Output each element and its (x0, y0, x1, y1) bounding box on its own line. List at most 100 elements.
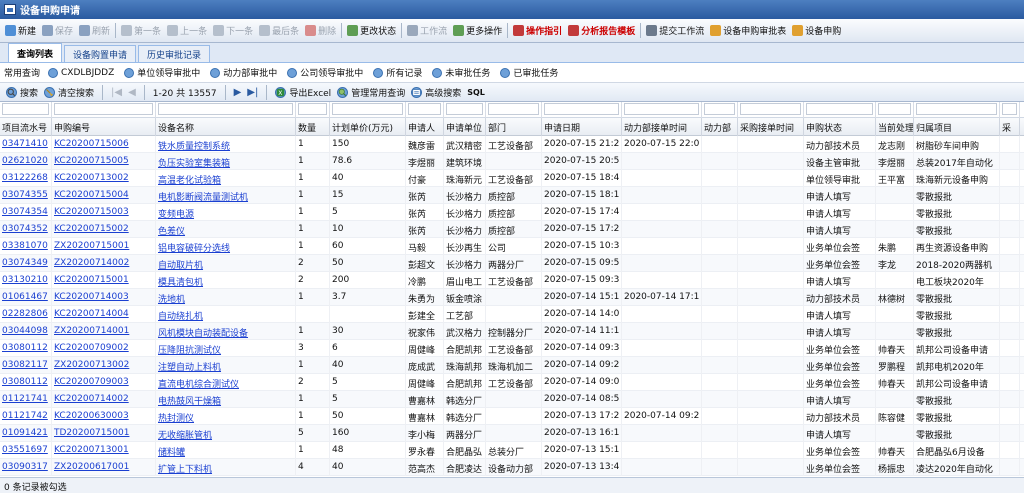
table-cell-link[interactable]: 储料罐 (156, 442, 296, 459)
table-cell-link[interactable]: KC20200713001 (52, 442, 156, 459)
column-header[interactable]: 数量 (296, 118, 330, 136)
toolbar-button-12[interactable]: 分析报告模板 (565, 21, 638, 41)
column-filter-input[interactable] (704, 103, 735, 115)
table-row[interactable]: 03044098 ZX20200714001 风机模块自动装配设备 1 30 祝家伟 武汉格… (0, 323, 1024, 340)
table-cell-link[interactable]: KC20200709002 (52, 340, 156, 357)
table-cell-link[interactable]: 03074352 (0, 221, 52, 238)
common-query-item[interactable]: 动力部审批中 (210, 66, 277, 79)
column-filter-input[interactable] (740, 103, 801, 115)
column-header[interactable]: 部门 (486, 118, 542, 136)
table-cell-link[interactable]: 热封测仪 (156, 408, 296, 425)
column-filter-input[interactable] (488, 103, 539, 115)
table-cell-link[interactable]: KC20200715003 (52, 204, 156, 221)
table-row[interactable]: 03082117 ZX20200713002 注塑自动上料机 1 40 庞成武 珠海凯邦 珠海… (0, 357, 1024, 374)
toolbar-button-2[interactable]: 刷新 (76, 21, 113, 41)
table-cell-link[interactable]: 电热鼓风干燥箱 (156, 391, 296, 408)
table-row[interactable]: 03080112 KC20200709003 直流电机综合测试仪 2 5 周健峰 合肥凯邦工… (0, 374, 1024, 391)
toolbar-button-15[interactable]: 设备申购 (789, 21, 844, 41)
table-cell-link[interactable]: 03381070 (0, 238, 52, 255)
table-cell-link[interactable]: 压降阻抗测试仪 (156, 340, 296, 357)
table-cell-link[interactable]: KC20200715001 (52, 272, 156, 289)
table-row[interactable]: 03074352 KC20200715002 色差仪 1 10 张芮 长沙格力 质控部 2020… (0, 221, 1024, 238)
column-header[interactable]: 计划单价(万元) (330, 118, 406, 136)
table-cell-link[interactable]: 03551697 (0, 442, 52, 459)
table-cell-link[interactable]: TD20200715001 (52, 425, 156, 442)
table-cell-link[interactable]: 注塑自动上料机 (156, 357, 296, 374)
column-filter-input[interactable] (158, 103, 293, 115)
table-row[interactable]: 03122268 KC20200713002 高温老化试验箱 1 40 付豪 珠海新元 工艺设… (0, 170, 1024, 187)
advanced-search-button[interactable]: 高级搜索 (411, 86, 461, 99)
table-cell-link[interactable]: 02282806 (0, 306, 52, 323)
column-header[interactable]: 申请人 (406, 118, 444, 136)
table-cell-link[interactable]: KC20200715006 (52, 136, 156, 153)
table-cell-link[interactable]: 负压实验室集装箱 (156, 153, 296, 170)
column-header[interactable]: 动力部接单时间 (622, 118, 702, 136)
table-cell-link[interactable]: ZX20200617001 (52, 459, 156, 476)
table-cell-link[interactable]: 扩管上下料机 (156, 459, 296, 476)
toolbar-button-10[interactable]: 更多操作 (450, 21, 505, 41)
table-cell-link[interactable]: 铝电容破碎分选线 (156, 238, 296, 255)
next-page-button[interactable]: ▶ (234, 87, 242, 98)
search-button[interactable]: 搜索 (6, 86, 38, 99)
table-cell-link[interactable]: KC20200713002 (52, 170, 156, 187)
column-filter-input[interactable] (1002, 103, 1017, 115)
toolbar-button-9[interactable]: 工作流 (404, 21, 450, 41)
table-cell-link[interactable]: 03130210 (0, 272, 52, 289)
table-cell-link[interactable]: 03080112 (0, 374, 52, 391)
table-cell-link[interactable]: 高温老化试验箱 (156, 170, 296, 187)
column-header[interactable]: 当前处理人 (876, 118, 914, 136)
table-cell-link[interactable]: 01121741 (0, 391, 52, 408)
manage-queries-button[interactable]: 管理常用查询 (337, 86, 405, 99)
table-cell-link[interactable]: 03074355 (0, 187, 52, 204)
column-filter-input[interactable] (446, 103, 483, 115)
table-cell-link[interactable]: 无收缩胀管机 (156, 425, 296, 442)
column-header[interactable]: 项目流水号 (0, 118, 52, 136)
tab-2[interactable]: 历史审批记录 (138, 45, 211, 62)
common-query-item[interactable]: 未审批任务 (432, 66, 490, 79)
table-cell-link[interactable]: 03044098 (0, 323, 52, 340)
table-cell-link[interactable]: ZX20200714001 (52, 323, 156, 340)
table-cell-link[interactable]: 电机影断阀流量测试机 (156, 187, 296, 204)
column-filter-input[interactable] (806, 103, 873, 115)
column-filter-input[interactable] (408, 103, 441, 115)
toolbar-button-5[interactable]: 下一条 (210, 21, 256, 41)
table-cell-link[interactable]: 色差仪 (156, 221, 296, 238)
table-cell-link[interactable]: KC20200715004 (52, 187, 156, 204)
toolbar-button-3[interactable]: 第一条 (118, 21, 164, 41)
column-filter-input[interactable] (332, 103, 403, 115)
table-cell-link[interactable]: 03090317 (0, 459, 52, 476)
table-cell-link[interactable]: 03074354 (0, 204, 52, 221)
toolbar-button-11[interactable]: 操作指引 (510, 21, 565, 41)
column-filter-input[interactable] (298, 103, 327, 115)
table-cell-link[interactable]: 01061467 (0, 289, 52, 306)
table-row[interactable]: 03074354 KC20200715003 变频电源 1 5 张芮 长沙格力 质控部 2020… (0, 204, 1024, 221)
table-cell-link[interactable]: 变频电源 (156, 204, 296, 221)
table-row[interactable]: 03080112 KC20200709002 压降阻抗测试仪 3 6 周健峰 合肥凯邦 工艺设… (0, 340, 1024, 357)
table-cell-link[interactable]: 03082117 (0, 357, 52, 374)
table-cell-link[interactable]: ZX20200715001 (52, 238, 156, 255)
tab-1[interactable]: 设备购置申请 (64, 45, 137, 62)
table-cell-link[interactable]: KC20200715005 (52, 153, 156, 170)
prev-page-button[interactable]: ◀ (128, 87, 136, 98)
tab-0[interactable]: 查询列表 (8, 43, 63, 62)
toolbar-button-14[interactable]: 设备申购审批表 (707, 21, 789, 41)
table-row[interactable]: 02282806 KC20200714004 自动绕扎机 彭建全 工艺部 2020-07-… (0, 306, 1024, 323)
table-cell-link[interactable]: KC20200714002 (52, 391, 156, 408)
table-cell-link[interactable]: 02621020 (0, 153, 52, 170)
column-header[interactable]: 申请单位 (444, 118, 486, 136)
toolbar-button-4[interactable]: 上一条 (164, 21, 210, 41)
column-header[interactable]: 申购状态 (804, 118, 876, 136)
toolbar-button-8[interactable]: 更改状态 (344, 21, 399, 41)
toolbar-button-0[interactable]: 新建 (2, 21, 39, 41)
table-row[interactable]: 03381070 ZX20200715001 铝电容破碎分选线 1 60 马毅 长沙再生 公司… (0, 238, 1024, 255)
table-row[interactable]: 03471410 KC20200715006 铁水质量控制系统 1 150 魏彦雷 武汉精密… (0, 136, 1024, 153)
toolbar-button-1[interactable]: 保存 (39, 21, 76, 41)
export-excel-button[interactable]: X 导出Excel (275, 86, 331, 99)
table-cell-link[interactable]: ZX20200713002 (52, 357, 156, 374)
table-cell-link[interactable]: 模具清包机 (156, 272, 296, 289)
table-row[interactable]: 01121741 KC20200714002 电热鼓风干燥箱 1 5 曹嘉林 韩选分厂 202… (0, 391, 1024, 408)
column-filter-input[interactable] (916, 103, 997, 115)
table-row[interactable]: 03090317 ZX20200617001 扩管上下料机 4 40 范高杰 合肥凌达 设备动… (0, 459, 1024, 476)
table-row[interactable]: 01061467 KC20200714003 洗地机 1 3.7 朱勇为 钣金喷涂 2020-… (0, 289, 1024, 306)
table-row[interactable]: 03074355 KC20200715004 电机影断阀流量测试机 1 15 张芮 长沙格力… (0, 187, 1024, 204)
